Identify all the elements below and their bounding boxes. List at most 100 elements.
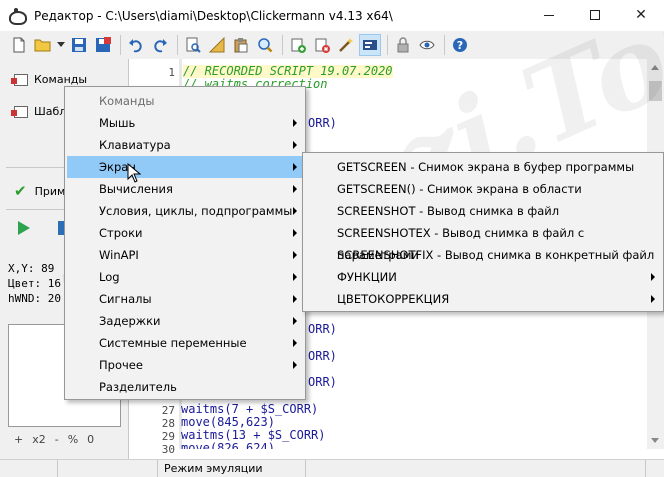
open-folder-icon xyxy=(34,39,51,52)
save-button[interactable] xyxy=(68,34,90,56)
delete-doc-icon xyxy=(315,38,330,53)
line-number: 27 xyxy=(161,404,175,417)
commands-label: Команды xyxy=(34,73,88,86)
submenu-arrow-icon xyxy=(293,207,297,215)
submenu-arrow-icon xyxy=(293,317,297,325)
view-button[interactable] xyxy=(416,34,438,56)
lock-button[interactable] xyxy=(392,34,414,56)
zoom-reset-button[interactable]: 0 xyxy=(87,433,94,446)
hwnd-readout: hWND: 20 xyxy=(8,292,61,305)
svg-text:?: ? xyxy=(457,39,463,52)
clipboard-button[interactable] xyxy=(230,34,252,56)
save-icon xyxy=(72,38,86,52)
submenu-arrow-icon xyxy=(651,295,655,303)
toolbar-separator xyxy=(282,35,283,55)
redo-icon xyxy=(154,39,167,53)
redo-button[interactable] xyxy=(149,34,171,56)
scroll-up-icon[interactable] xyxy=(651,65,659,70)
menu-item-log[interactable]: Log xyxy=(67,266,303,288)
zoom-in-button[interactable]: + xyxy=(14,433,23,446)
open-button[interactable] xyxy=(32,34,54,56)
minimize-button[interactable] xyxy=(526,0,572,30)
app-icon xyxy=(8,8,27,25)
open-dropdown-button[interactable] xyxy=(56,34,66,56)
menu-item-signals[interactable]: Сигналы xyxy=(67,288,303,310)
menu-item-other[interactable]: Прочее xyxy=(67,354,303,376)
zoom-controls: + x2 - % 0 xyxy=(14,433,94,446)
menu-item-delays[interactable]: Задержки xyxy=(67,310,303,332)
submenu-item-screenshot[interactable]: SCREENSHOT - Вывод снимка в файл xyxy=(305,200,661,222)
undo-icon xyxy=(129,39,142,53)
submenu-arrow-icon xyxy=(293,229,297,237)
code-line: ORR) xyxy=(308,375,337,389)
menu-item-keyboard[interactable]: Клавиатура xyxy=(67,134,303,156)
new-file-button[interactable] xyxy=(8,34,30,56)
menu-item-calculations[interactable]: Вычисления xyxy=(67,178,303,200)
menu-item-mouse[interactable]: Мышь xyxy=(67,112,303,134)
line-number: 30 xyxy=(161,443,175,456)
submenu-arrow-icon xyxy=(293,273,297,281)
submenu-item-screenshotfix[interactable]: SCREENSHOTFIX - Вывод снимка в конкретны… xyxy=(305,244,661,266)
new-file-icon xyxy=(13,37,25,53)
templates-label: Шабл xyxy=(34,105,67,118)
submenu-item-functions[interactable]: ФУНКЦИИ xyxy=(305,266,661,288)
zoom-x2-button[interactable]: x2 xyxy=(32,433,46,446)
ruler-button[interactable] xyxy=(206,34,228,56)
submenu-arrow-icon xyxy=(293,361,297,369)
zoom-percent-button[interactable]: % xyxy=(68,433,78,446)
line-number: 1 xyxy=(168,66,175,79)
magic-wand-button[interactable] xyxy=(335,34,357,56)
ruler-icon xyxy=(209,37,225,53)
maximize-button[interactable] xyxy=(572,0,618,30)
toolbar-separator xyxy=(120,35,121,55)
menu-item-winapi[interactable]: WinAPI xyxy=(67,244,303,266)
code-line: ORR) xyxy=(308,116,337,130)
submenu-arrow-icon xyxy=(293,295,297,303)
submenu-item-getscreen[interactable]: GETSCREEN - Снимок экрана в буфер програ… xyxy=(305,156,661,178)
code-line: waitms(13 + $S_CORR) xyxy=(181,428,326,442)
toolbar: ? xyxy=(0,31,664,59)
delete-doc-button[interactable] xyxy=(311,34,333,56)
templates-tab[interactable]: Шабл xyxy=(11,105,67,118)
magic-wand-icon xyxy=(339,38,353,52)
search-icon xyxy=(258,38,273,53)
code-line: ORR) xyxy=(308,322,337,336)
add-doc-button[interactable] xyxy=(287,34,309,56)
menu-item-system-vars[interactable]: Системные переменные xyxy=(67,332,303,354)
status-cell xyxy=(306,460,646,477)
commands-icon xyxy=(11,73,28,86)
status-cell xyxy=(0,460,58,477)
minimize-icon xyxy=(544,14,554,16)
code-line: ORR) xyxy=(308,349,337,363)
submenu-arrow-icon xyxy=(651,273,655,281)
scroll-down-icon[interactable] xyxy=(651,438,659,443)
submenu-item-screenshotex[interactable]: SCREENSHOTEX - Вывод снимка в файл с пар… xyxy=(305,222,661,262)
submenu-item-getscreen-area[interactable]: GETSCREEN() - Снимок экрана в области xyxy=(305,178,661,200)
help-button[interactable]: ? xyxy=(449,34,471,56)
color-readout: Цвет: 16 xyxy=(8,277,61,290)
context-menu: Команды Мышь Клавиатура Экран Вычисления… xyxy=(64,86,306,400)
maximize-icon xyxy=(590,10,600,20)
search-button[interactable] xyxy=(254,34,276,56)
window-title: Редактор - C:\Users\diami\Desktop\Clicke… xyxy=(34,9,393,23)
scroll-thumb[interactable] xyxy=(649,81,662,101)
submenu-arrow-icon xyxy=(293,185,297,193)
commands-tab[interactable]: Команды xyxy=(11,73,88,86)
submenu-item-color-correction[interactable]: ЦВЕТОКОРРЕКЦИЯ xyxy=(305,288,661,310)
menu-item-screen[interactable]: Экран xyxy=(67,156,303,178)
record-button[interactable] xyxy=(359,34,381,56)
menu-item-strings[interactable]: Строки xyxy=(67,222,303,244)
close-button[interactable]: ✕ xyxy=(618,0,664,30)
zoom-out-button[interactable]: - xyxy=(55,433,59,446)
menu-item-separator[interactable]: Разделитель xyxy=(67,376,303,398)
status-bar: Режим эмуляции xyxy=(0,459,664,477)
window-controls: ✕ xyxy=(526,0,664,32)
toolbar-separator xyxy=(387,35,388,55)
play-icon[interactable] xyxy=(18,221,30,235)
save-as-button[interactable] xyxy=(92,34,114,56)
undo-button[interactable] xyxy=(125,34,147,56)
menu-item-conditions[interactable]: Условия, циклы, подпрограммы xyxy=(67,200,303,222)
find-in-doc-button[interactable] xyxy=(182,34,204,56)
templates-icon xyxy=(11,105,28,118)
title-bar: Редактор - C:\Users\diami\Desktop\Clicke… xyxy=(0,0,664,32)
